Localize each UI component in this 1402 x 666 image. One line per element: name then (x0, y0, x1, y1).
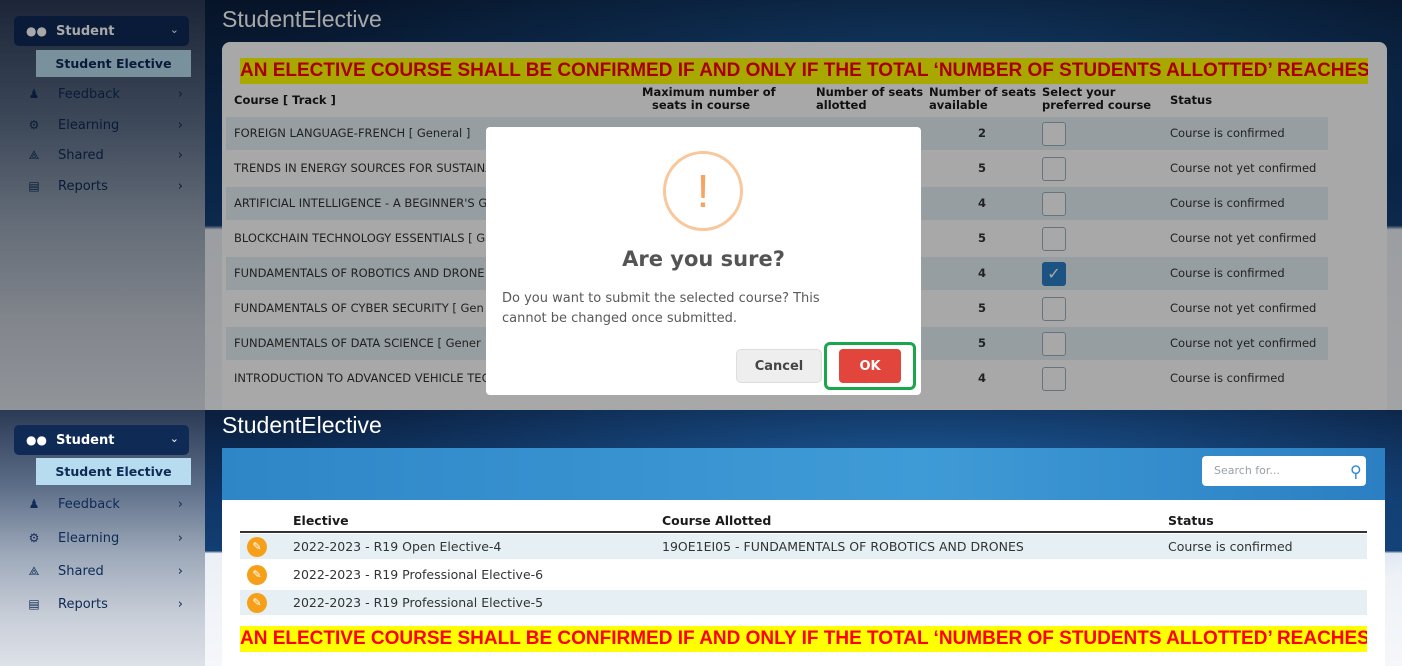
chevron-right-icon: › (177, 496, 183, 512)
share-icon: ⟁ (28, 563, 40, 578)
edit-icon[interactable]: ✎ (247, 593, 267, 613)
header-divider (240, 531, 1367, 533)
chevron-down-icon: ⌄ (169, 432, 179, 445)
gears-icon: ⚙ (28, 531, 40, 545)
users-icon: ●● (26, 433, 47, 447)
sidebar: ●● Student ⌄ Student Elective ♟ Feedback… (0, 410, 205, 666)
user-icon: ♟ (28, 497, 40, 511)
column-header-course-allotted: Course Allotted (662, 513, 772, 528)
dialog-message: Do you want to submit the selected cours… (502, 291, 820, 326)
exclamation-icon: ! (663, 151, 743, 231)
sidebar-item-shared[interactable]: ⟁ Shared › (26, 560, 191, 582)
sidebar-item-student-elective[interactable]: Student Elective (36, 458, 191, 485)
sidebar-item-label: Shared (58, 563, 104, 579)
cancel-button[interactable]: Cancel (736, 349, 822, 383)
course-allotted: 19OE1EI05 - FUNDAMENTALS OF ROBOTICS AND… (662, 539, 1024, 554)
edit-icon[interactable]: ✎ (247, 565, 267, 585)
search-input[interactable]: Search for... (1202, 456, 1366, 486)
table-row: ✎ 2022-2023 - R19 Professional Elective-… (240, 562, 1367, 587)
sidebar-item-feedback[interactable]: ♟ Feedback › (26, 493, 191, 515)
chevron-right-icon: › (177, 596, 183, 612)
table-row: ✎ 2022-2023 - R19 Professional Elective-… (240, 590, 1367, 615)
printer-icon: ▤ (28, 597, 40, 611)
elective-name: 2022-2023 - R19 Professional Elective-6 (293, 567, 544, 582)
edit-icon[interactable]: ✎ (247, 537, 267, 557)
search-icon[interactable]: ⚲ (1350, 462, 1362, 481)
ok-button[interactable]: OK (839, 349, 901, 383)
chevron-right-icon: › (177, 563, 183, 579)
sidebar-item-label: Elearning (58, 530, 120, 546)
sidebar-item-label: Feedback (58, 496, 120, 512)
page-title: StudentElective (222, 412, 382, 438)
table-row: ✎ 2022-2023 - R19 Open Elective-4 19OE1E… (240, 534, 1367, 559)
sidebar-section-student[interactable]: ●● Student ⌄ (14, 425, 189, 455)
dialog-title: Are you sure? (622, 247, 785, 271)
confirm-dialog: ! Are you sure? Do you want to submit th… (486, 127, 921, 395)
elective-name: 2022-2023 - R19 Open Elective-4 (293, 539, 502, 554)
sidebar-item-reports[interactable]: ▤ Reports › (26, 593, 191, 615)
sidebar-item-label: Reports (58, 596, 108, 612)
sidebar-section-label: Student (56, 432, 115, 448)
sidebar-item-elearning[interactable]: ⚙ Elearning › (26, 527, 191, 549)
elective-summary-screen: ●● Student ⌄ Student Elective ♟ Feedback… (0, 410, 1402, 666)
elective-name: 2022-2023 - R19 Professional Elective-5 (293, 595, 544, 610)
notice-banner: AN ELECTIVE COURSE SHALL BE CONFIRMED IF… (240, 626, 1367, 652)
column-header-elective: Elective (293, 513, 349, 528)
column-header-status: Status (1168, 513, 1214, 528)
confirm-dialog-screen: ●● Student ⌄ Student Elective ♟ Feedback… (0, 0, 1402, 410)
elective-status: Course is confirmed (1168, 539, 1293, 554)
chevron-right-icon: › (177, 530, 183, 546)
